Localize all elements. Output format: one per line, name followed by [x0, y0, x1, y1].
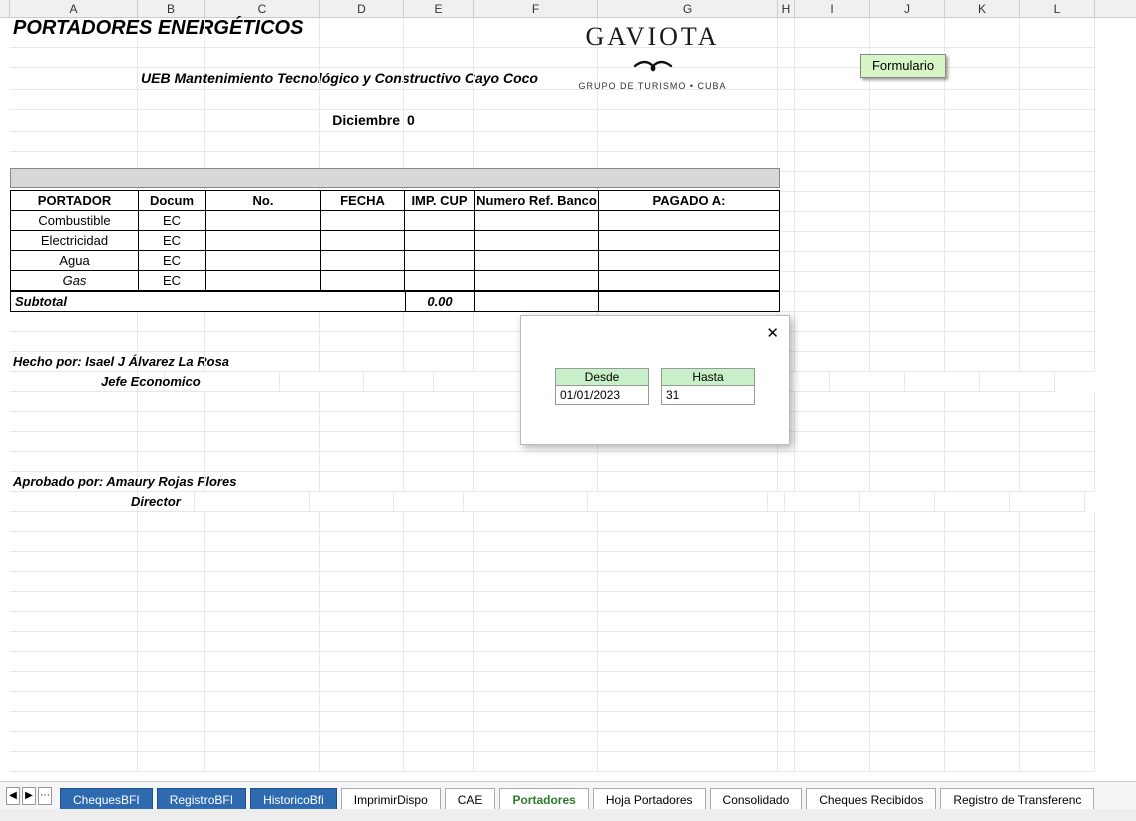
- bird-icon: [633, 52, 673, 81]
- tab-nav-menu[interactable]: ⋯: [38, 787, 52, 805]
- logo-name: GAVIOTA: [586, 22, 720, 51]
- cell-imp[interactable]: [405, 231, 475, 250]
- tab-portadores[interactable]: Portadores: [499, 788, 588, 810]
- subtitle: UEB Mantenimiento Tecnológico y Construc…: [138, 68, 205, 90]
- tab-chequesbfi[interactable]: ChequesBFI: [60, 788, 153, 810]
- desde-input[interactable]: [555, 385, 649, 405]
- tab-hoja-portadores[interactable]: Hoja Portadores: [593, 788, 706, 810]
- col-header-F[interactable]: F: [474, 0, 598, 17]
- cell-imp[interactable]: [405, 211, 475, 230]
- cell-fecha[interactable]: [321, 231, 405, 250]
- col-header-H[interactable]: H: [778, 0, 795, 17]
- tab-registrobfi[interactable]: RegistroBFI: [157, 788, 246, 810]
- cell-ref[interactable]: [475, 271, 599, 290]
- cell-docum: EC: [139, 211, 206, 230]
- table-row[interactable]: Agua EC: [11, 251, 779, 271]
- column-headers: A B C D E F G H I J K L: [0, 0, 1136, 18]
- th-docum: Docum: [139, 191, 206, 210]
- th-fecha: FECHA: [321, 191, 405, 210]
- table-row[interactable]: Combustible EC: [11, 211, 779, 231]
- hecho-por-role: Jefe Economico: [98, 372, 165, 392]
- portadores-table: PORTADOR Docum No. FECHA IMP. CUP Numero…: [10, 190, 780, 312]
- cell-pagado[interactable]: [599, 231, 779, 250]
- cell-no[interactable]: [206, 211, 321, 230]
- col-header-E[interactable]: E: [404, 0, 474, 17]
- col-header-C[interactable]: C: [205, 0, 320, 17]
- page-title: PORTADORES ENERGÉTICOS: [10, 18, 138, 48]
- cell-no[interactable]: [206, 231, 321, 250]
- col-header-K[interactable]: K: [945, 0, 1020, 17]
- cell-no[interactable]: [206, 271, 321, 290]
- tab-imprimirdispo[interactable]: ImprimirDispo: [341, 788, 441, 810]
- col-header-J[interactable]: J: [870, 0, 945, 17]
- tab-nav-prev[interactable]: ◀: [6, 787, 20, 805]
- table-row[interactable]: Electricidad EC: [11, 231, 779, 251]
- cell-fecha[interactable]: [321, 211, 405, 230]
- gaviota-logo: GAVIOTA GRUPO DE TURISMO • CUBA: [570, 22, 735, 100]
- subtotal-value: 0.00: [405, 292, 475, 311]
- th-ref: Numero Ref. Banco: [475, 191, 599, 210]
- cell-pagado[interactable]: [599, 251, 779, 270]
- col-header-I[interactable]: I: [795, 0, 870, 17]
- cell-imp[interactable]: [405, 251, 475, 270]
- col-header-B[interactable]: B: [138, 0, 205, 17]
- hasta-label: Hasta: [661, 368, 755, 386]
- tab-historicobfi[interactable]: HistoricoBfi: [250, 788, 337, 810]
- tab-consolidado[interactable]: Consolidado: [710, 788, 803, 810]
- date-range-dialog: ✕ Desde Hasta: [520, 315, 790, 445]
- cell-docum: EC: [139, 231, 206, 250]
- sheet-tab-bar: ◀ ▶ ⋯ ChequesBFI RegistroBFI HistoricoBf…: [0, 781, 1136, 821]
- cell-ref[interactable]: [475, 231, 599, 250]
- cell-pagado[interactable]: [599, 211, 779, 230]
- horizontal-scrollbar[interactable]: [0, 809, 1136, 821]
- corner-cell[interactable]: [0, 0, 10, 17]
- cell-portador: Agua: [11, 251, 139, 270]
- col-header-L[interactable]: L: [1020, 0, 1095, 17]
- cell-pagado[interactable]: [599, 271, 779, 290]
- cell-imp[interactable]: [405, 271, 475, 290]
- tab-cae[interactable]: CAE: [445, 788, 496, 810]
- th-imp: IMP. CUP: [405, 191, 475, 210]
- th-pagado: PAGADO A:: [599, 191, 779, 210]
- hecho-por-label: Hecho por: Isael J Álvarez La Rosa: [10, 352, 138, 372]
- separator-bar: [10, 168, 780, 188]
- cell-docum: EC: [139, 271, 206, 290]
- subtotal-label: Subtotal: [11, 292, 405, 311]
- aprobado-por-role: Director: [128, 492, 195, 512]
- month-value: 0: [404, 110, 474, 132]
- hasta-input[interactable]: [661, 385, 755, 405]
- formulario-button[interactable]: Formulario: [860, 54, 946, 78]
- tab-cheques-recibidos[interactable]: Cheques Recibidos: [806, 788, 936, 810]
- cell-portador: Combustible: [11, 211, 139, 230]
- tab-nav-next[interactable]: ▶: [22, 787, 36, 805]
- tab-registro-transferenc[interactable]: Registro de Transferenc: [940, 788, 1094, 810]
- cell-ref[interactable]: [475, 211, 599, 230]
- cell-portador: Gas: [11, 271, 139, 290]
- col-header-G[interactable]: G: [598, 0, 778, 17]
- cell-docum: EC: [139, 251, 206, 270]
- close-icon[interactable]: ✕: [766, 324, 779, 342]
- logo-tagline: GRUPO DE TURISMO • CUBA: [570, 81, 735, 91]
- th-no: No.: [206, 191, 321, 210]
- cell-no[interactable]: [206, 251, 321, 270]
- col-header-D[interactable]: D: [320, 0, 404, 17]
- cell-ref[interactable]: [475, 251, 599, 270]
- table-row[interactable]: Gas EC: [11, 271, 779, 291]
- desde-label: Desde: [555, 368, 649, 386]
- cell-fecha[interactable]: [321, 251, 405, 270]
- col-header-A[interactable]: A: [10, 0, 138, 17]
- cell-fecha[interactable]: [321, 271, 405, 290]
- cell-portador: Electricidad: [11, 231, 139, 250]
- th-portador: PORTADOR: [11, 191, 139, 210]
- spreadsheet-grid: A B C D E F G H I J K L PORTADORES ENERG…: [0, 0, 1136, 781]
- month-label: Diciembre: [320, 110, 404, 132]
- aprobado-por-label: Aprobado por: Amaury Rojas Flores: [10, 472, 138, 492]
